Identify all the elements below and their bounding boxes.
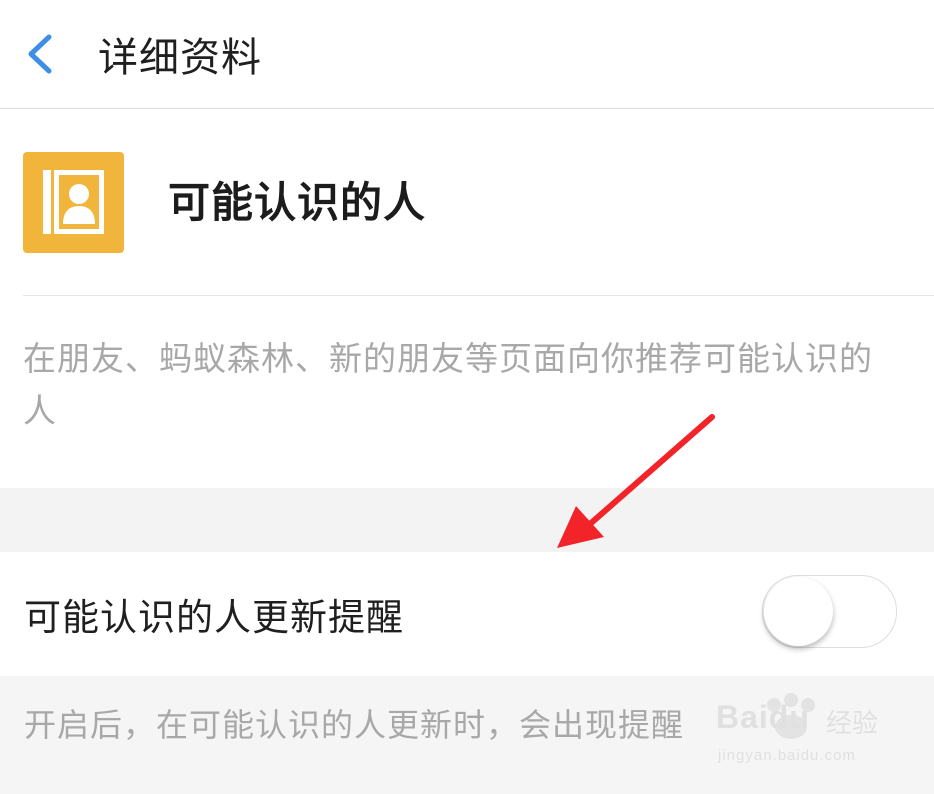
contact-book-icon xyxy=(23,152,124,253)
page-title: 详细资料 xyxy=(98,35,262,81)
update-reminder-toggle[interactable] xyxy=(762,575,897,648)
top-nav-bar: 详细资料 xyxy=(0,0,934,109)
divider xyxy=(23,295,934,296)
section-gap xyxy=(0,488,934,552)
back-button[interactable] xyxy=(4,9,76,99)
app-row: 可能认识的人 xyxy=(0,109,934,295)
chevron-left-icon xyxy=(28,34,52,74)
baidu-jingyan-watermark: Baidu 经验 jingyan.baidu.com xyxy=(716,693,916,783)
app-info-card: 可能认识的人 在朋友、蚂蚁森林、新的朋友等页面向你推荐可能认识的人 xyxy=(0,109,934,488)
watermark-brand: Baidu xyxy=(716,699,810,735)
toggle-knob xyxy=(764,577,833,646)
watermark-jingyan: 经验 xyxy=(826,709,879,739)
watermark-url: jingyan.baidu.com xyxy=(718,747,856,764)
app-name: 可能认识的人 xyxy=(168,178,427,227)
update-reminder-row: 可能认识的人更新提醒 xyxy=(0,552,934,676)
update-reminder-label: 可能认识的人更新提醒 xyxy=(24,596,404,639)
app-description: 在朋友、蚂蚁森林、新的朋友等页面向你推荐可能认识的人 xyxy=(23,339,873,430)
reminder-note: 开启后，在可能认识的人更新时，会出现提醒 xyxy=(24,706,685,744)
